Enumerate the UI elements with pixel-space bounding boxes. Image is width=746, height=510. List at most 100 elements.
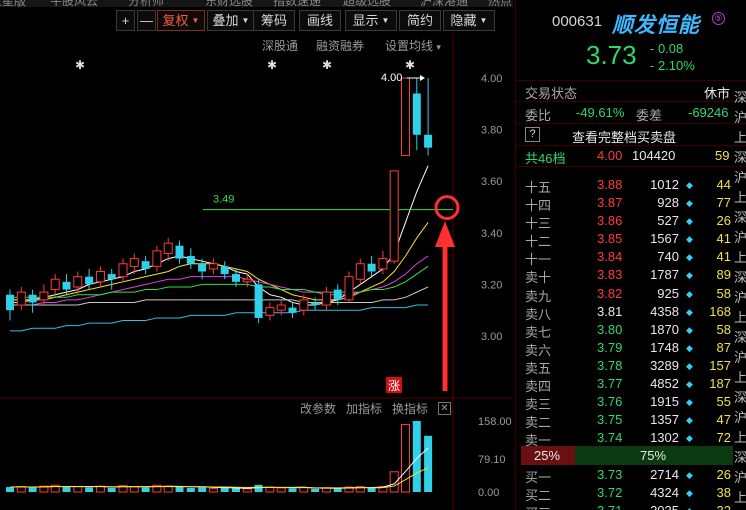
candle-body[interactable] xyxy=(232,274,240,282)
zoom-in-button[interactable]: + xyxy=(116,10,135,31)
candle-body[interactable] xyxy=(39,291,49,301)
top-menu-item[interactable]: 分析师 xyxy=(128,0,164,7)
link-margin-trading[interactable]: 融资融券 xyxy=(316,37,364,54)
ask-level-row[interactable]: 卖五 3.78 3289 ◆ 157 xyxy=(516,357,731,376)
candle-body[interactable] xyxy=(28,294,37,303)
candle-body[interactable] xyxy=(107,274,116,280)
candle-body[interactable] xyxy=(288,307,297,313)
side-tab-glyph[interactable]: 上 xyxy=(734,187,746,206)
event-star-icon[interactable]: ✱ xyxy=(267,58,277,72)
candle-body[interactable] xyxy=(265,307,275,316)
full-book-row[interactable]: ? 查看完整档买卖盘 xyxy=(516,126,731,146)
toolbar-button[interactable]: 筹码 xyxy=(253,10,295,31)
event-star-icon[interactable]: ✱ xyxy=(322,58,332,72)
link-shenzhen-connect[interactable]: 深股通 xyxy=(262,37,298,54)
candle-body[interactable] xyxy=(378,258,388,270)
side-tab-glyph[interactable]: 深 xyxy=(734,447,746,466)
candle-body[interactable] xyxy=(141,261,150,269)
candle-body[interactable] xyxy=(85,276,94,285)
candle-body[interactable] xyxy=(198,263,207,272)
candle-body[interactable] xyxy=(186,256,195,264)
side-tab-glyph[interactable]: 深 xyxy=(734,147,746,166)
toolbar-button[interactable]: 简约 xyxy=(399,10,441,31)
side-tab-glyph[interactable]: 沪 xyxy=(734,467,746,486)
candle-body[interactable] xyxy=(321,291,331,306)
ask-level-row[interactable]: 十三 3.86 527 ◆ 26 xyxy=(516,212,731,231)
top-menu-item[interactable]: 牛股风云 xyxy=(50,0,98,7)
bid-level-row[interactable]: 买一 3.73 2714 ◆ 26 xyxy=(516,466,731,485)
side-tab-glyph[interactable]: 深 xyxy=(734,207,746,226)
candle-body[interactable] xyxy=(242,278,252,283)
bid-level-row[interactable]: 买二 3.72 4324 ◆ 38 xyxy=(516,484,731,503)
ask-level-row[interactable]: 卖九 3.82 925 ◆ 58 xyxy=(516,285,731,304)
ask-level-row[interactable]: 卖四 3.77 4852 ◆ 187 xyxy=(516,375,731,394)
ask-level-row[interactable]: 卖三 3.76 1915 ◆ 55 xyxy=(516,393,731,412)
ask-level-row[interactable]: 十五 3.88 1012 ◆ 44 xyxy=(516,176,731,195)
event-star-icon[interactable]: ✱ xyxy=(405,58,415,72)
toolbar-button[interactable]: 叠加 ▼ xyxy=(207,10,255,31)
link-ma-settings[interactable]: 设置均线 ▾ xyxy=(385,37,441,54)
side-tab-glyph[interactable]: 沪 xyxy=(734,287,746,306)
candle-body[interactable] xyxy=(401,77,410,156)
side-tab-glyph[interactable]: 沪 xyxy=(734,167,746,186)
change-params-button[interactable]: 改参数 xyxy=(300,400,336,417)
ask-level-row[interactable]: 十二 3.85 1567 ◆ 41 xyxy=(516,230,731,249)
side-tab-glyph[interactable]: 上 xyxy=(734,307,746,326)
candle-body[interactable] xyxy=(152,250,162,267)
side-tab-glyph[interactable]: 沪 xyxy=(734,107,746,126)
candle-body[interactable] xyxy=(355,263,365,280)
zoom-out-button[interactable]: — xyxy=(137,10,156,31)
candle-body[interactable] xyxy=(73,276,83,288)
side-tab-glyph[interactable]: 深 xyxy=(734,267,746,286)
side-tab-glyph[interactable]: 沪 xyxy=(734,347,746,366)
candle-body[interactable] xyxy=(333,289,342,300)
top-menu-item[interactable]: 热点追击 xyxy=(488,0,513,7)
side-tab-glyph[interactable]: 深 xyxy=(734,327,746,346)
switch-indicator-button[interactable]: 换指标 xyxy=(392,400,428,417)
level-badge-icon[interactable]: ⑤ xyxy=(712,12,725,25)
candle-body[interactable] xyxy=(118,263,128,278)
toolbar-button[interactable]: 复权 ▼ xyxy=(157,10,205,31)
candle-body[interactable] xyxy=(276,304,286,311)
side-tab-glyph[interactable]: 上 xyxy=(734,247,746,266)
stock-name[interactable]: 顺发恒能 xyxy=(612,9,700,39)
candle-body[interactable] xyxy=(62,281,71,290)
candle-body[interactable] xyxy=(129,258,139,267)
candle-body[interactable] xyxy=(311,302,320,306)
candle-body[interactable] xyxy=(208,263,218,270)
side-tab-glyph[interactable]: 深 xyxy=(734,87,746,106)
kline-chart-area[interactable]: 4.00 3.80 3.60 3.40 3.20 3.00 158.00 79.10 0.00 ✱… xyxy=(0,33,513,510)
top-menu-item[interactable]: 指数速递 xyxy=(273,0,321,7)
full-book-link[interactable]: 查看完整档买卖盘 xyxy=(572,127,676,146)
ask-level-row[interactable]: 十四 3.87 928 ◆ 77 xyxy=(516,194,731,213)
candle-body[interactable] xyxy=(367,263,376,272)
ask-level-row[interactable]: 卖二 3.75 1357 ◆ 47 xyxy=(516,411,731,430)
toolbar-button[interactable]: 显示 ▼ xyxy=(345,10,397,31)
candle-body[interactable] xyxy=(163,242,173,254)
toolbar-button[interactable]: 隐藏 ▼ xyxy=(443,10,495,31)
side-tab-glyph[interactable]: 沪 xyxy=(734,407,746,426)
add-indicator-button[interactable]: 加指标 xyxy=(346,400,382,417)
help-icon[interactable]: ? xyxy=(525,127,540,142)
side-tab-glyph[interactable]: 深 xyxy=(734,387,746,406)
ask-level-row[interactable]: 卖七 3.80 1870 ◆ 58 xyxy=(516,321,731,340)
bid-level-row[interactable]: 买三 3.71 2035 ◆ 32 xyxy=(516,502,731,510)
candle-body[interactable] xyxy=(299,299,309,311)
candle-body[interactable] xyxy=(424,134,433,148)
candle-body[interactable] xyxy=(16,291,26,306)
side-tab-glyph[interactable]: 上 xyxy=(734,127,746,146)
right-side-tabs[interactable]: 深沪上深沪上深沪上深沪上深沪上深沪上深沪上 xyxy=(734,83,746,510)
ask-level-row[interactable]: 卖一 3.74 1302 ◆ 72 xyxy=(516,429,731,448)
ask-level-row[interactable]: 卖六 3.79 1748 ◆ 87 xyxy=(516,339,731,358)
candle-body[interactable] xyxy=(6,294,14,311)
candle-body[interactable] xyxy=(344,276,354,301)
event-star-icon[interactable]: ✱ xyxy=(75,58,85,72)
kline-chart-svg[interactable]: 4.00 3.80 3.60 3.40 3.20 3.00 158.00 79.10 0.00 ✱… xyxy=(0,33,513,510)
candle-body[interactable] xyxy=(175,245,184,259)
candle-body[interactable] xyxy=(50,278,60,291)
toolbar-button[interactable]: 画线 xyxy=(299,10,341,31)
candle-body[interactable] xyxy=(389,170,399,262)
ask-level-row[interactable]: 十一 3.84 740 ◆ 41 xyxy=(516,248,731,267)
candle-body[interactable] xyxy=(95,271,105,283)
side-tab-glyph[interactable]: 上 xyxy=(734,427,746,446)
